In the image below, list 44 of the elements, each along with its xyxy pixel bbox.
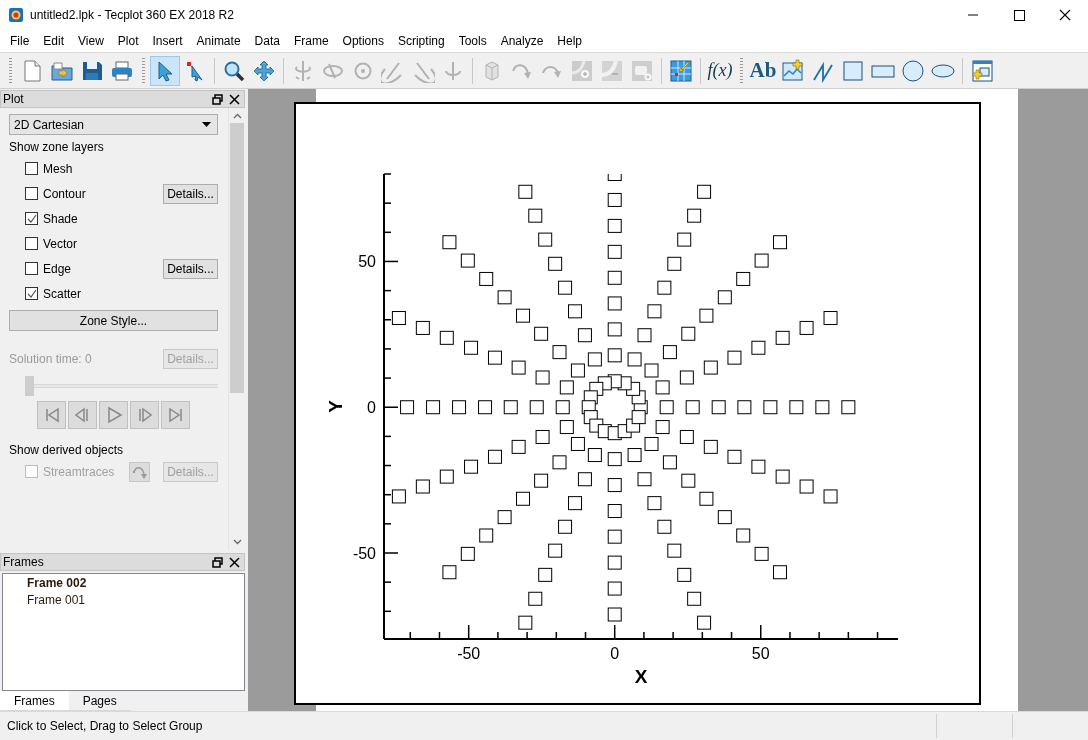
window-title: untitled2.lpk - Tecplot 360 EX 2018 R2 xyxy=(30,8,235,22)
function-button[interactable]: f(x) xyxy=(705,55,735,86)
tick-label: 0 xyxy=(367,399,376,417)
frame-list-item[interactable]: Frame 002 xyxy=(27,576,244,593)
status-message: Click to Select, Drag to Select Group xyxy=(6,719,203,733)
text-tool-button[interactable]: Ab xyxy=(748,55,778,86)
checkbox-label[interactable]: Contour xyxy=(43,186,86,201)
panel-tab[interactable]: Frames xyxy=(0,691,69,711)
menu-item[interactable]: Frame xyxy=(286,34,336,48)
tick-label: 0 xyxy=(610,645,620,662)
solution-time-label: Solution time: 0 xyxy=(9,352,92,366)
zone-style-button[interactable]: Zone Style... xyxy=(9,310,218,331)
checkbox-label[interactable]: Vector xyxy=(43,236,78,251)
tick-label: -50 xyxy=(352,545,376,562)
panel-title: Plot xyxy=(3,92,25,106)
plot-type-dropdown[interactable]: 2D Cartesian xyxy=(9,114,218,135)
menu-item[interactable]: File xyxy=(3,34,37,48)
menu-item[interactable]: Help xyxy=(550,34,590,48)
axis-title: Y xyxy=(325,400,346,413)
menu-item[interactable]: Data xyxy=(247,34,287,48)
menu-item[interactable]: Tools xyxy=(451,34,494,48)
checkbox-label[interactable]: Mesh xyxy=(43,161,73,176)
menu-item[interactable]: Plot xyxy=(110,34,146,48)
menu-item[interactable]: Options xyxy=(335,34,391,48)
menu-item[interactable]: Analyze xyxy=(493,34,551,48)
section-label: Show derived objects xyxy=(9,443,125,459)
details-button[interactable]: Details... xyxy=(163,183,218,204)
details-button[interactable]: Details... xyxy=(163,258,218,279)
menu-item[interactable]: View xyxy=(71,34,111,48)
tick-label: 50 xyxy=(358,253,376,271)
menu-item[interactable]: Animate xyxy=(189,34,248,48)
axis-title: X xyxy=(634,666,648,687)
tick-label: -50 xyxy=(457,645,481,662)
menu-item[interactable]: Edit xyxy=(36,34,72,48)
frame-list-item[interactable]: Frame 001 xyxy=(27,593,244,610)
tick-label: 50 xyxy=(751,645,770,662)
checkbox-label[interactable]: Shade xyxy=(43,211,78,226)
checkbox-label[interactable]: Scatter xyxy=(43,286,81,301)
menu-item[interactable]: Scripting xyxy=(390,34,452,48)
menu-item[interactable]: Insert xyxy=(145,34,190,48)
plot-frame[interactable]: -50 0 50 -50 0 50 X Y xyxy=(294,102,981,705)
checkbox-label[interactable]: Edge xyxy=(43,261,72,276)
section-label: Show zone layers xyxy=(9,140,105,156)
panel-title: Frames xyxy=(3,555,45,569)
